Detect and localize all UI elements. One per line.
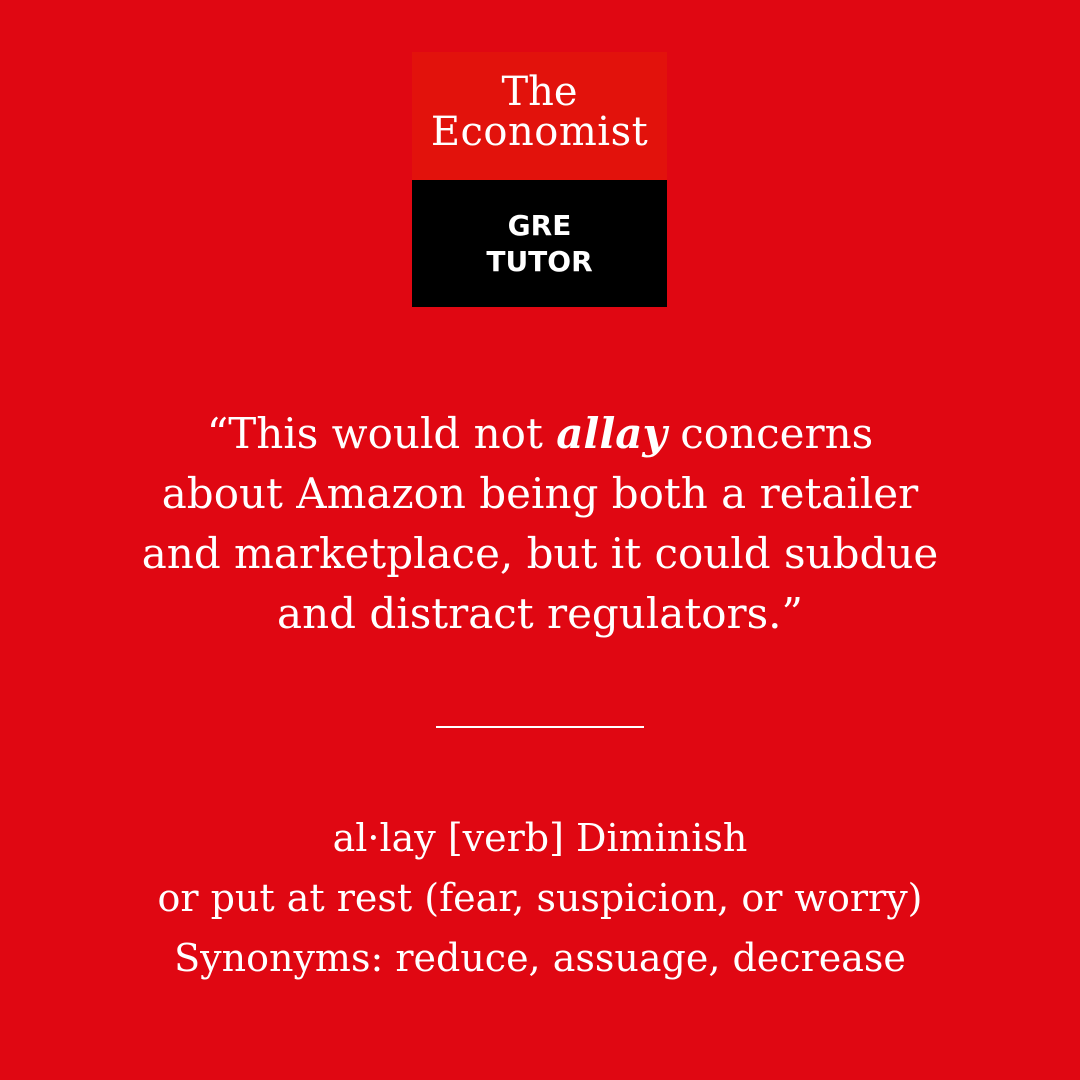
logo-title-line1: The — [501, 69, 578, 115]
logo-masthead: The Economist — [412, 52, 667, 180]
quote-line3: and marketplace, but it could subdue — [141, 529, 939, 578]
quote-highlight-word: allay — [556, 409, 667, 458]
logo-title-line2: Economist — [430, 109, 649, 155]
logo-subtitle-block: GRE TUTOR — [412, 180, 667, 307]
quote-line4: and distract regulators.” — [277, 589, 803, 638]
quote-line2: about Amazon being both a retailer — [161, 469, 919, 518]
logo-subtitle-line2: TUTOR — [486, 245, 593, 278]
quote-line1: “This would not allay concerns — [100, 404, 980, 464]
economist-gre-tutor-logo: The Economist GRE TUTOR — [412, 52, 667, 307]
quote-open: “This would not — [206, 409, 557, 458]
divider-line — [436, 726, 644, 728]
logo-subtitle-line1: GRE — [507, 209, 572, 242]
quote-after-highlight: concerns — [666, 409, 874, 458]
definition-line1: al·lay [verb] Diminish — [332, 816, 748, 860]
definition-text: al·lay [verb] Diminish or put at rest (f… — [60, 808, 1020, 988]
definition-line3: Synonyms: reduce, assuage, decrease — [174, 936, 906, 980]
definition-line2: or put at rest (fear, suspicion, or worr… — [157, 876, 923, 920]
quote-text: “This would not allay concerns about Ama… — [100, 404, 980, 644]
